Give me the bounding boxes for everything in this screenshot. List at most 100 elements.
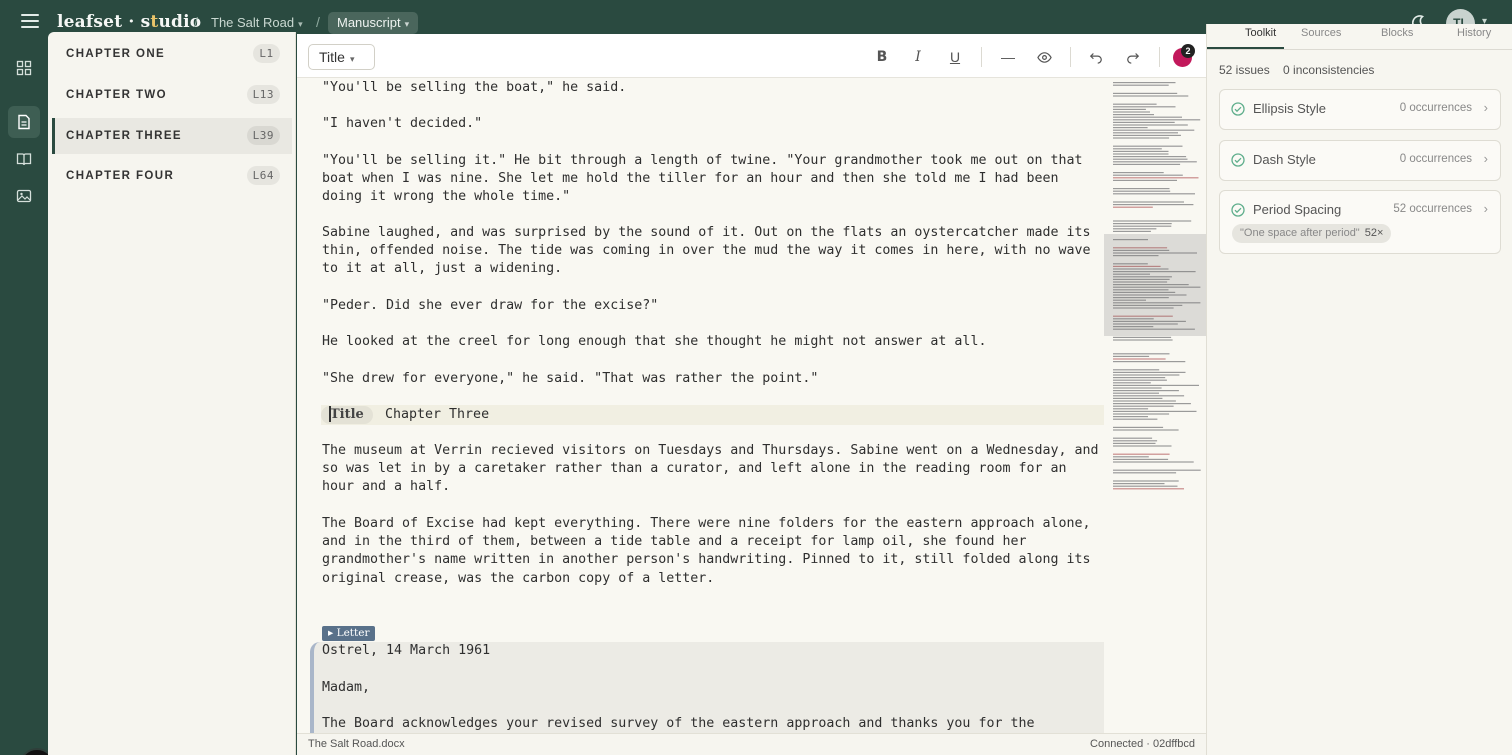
chapter-line-badge: L1 bbox=[253, 44, 280, 63]
check-ellipsis-style[interactable]: Ellipsis Style 0 occurrences › bbox=[1219, 89, 1501, 130]
tab-history[interactable]: History bbox=[1457, 27, 1491, 39]
editor-toolbar: Title ▾ B I U — 2 bbox=[297, 34, 1206, 78]
minimap-viewport[interactable] bbox=[1104, 234, 1206, 336]
brand-logo[interactable]: leafset · studio bbox=[57, 12, 201, 32]
toolbar-divider bbox=[981, 47, 982, 67]
minimap-line bbox=[1113, 153, 1169, 155]
toolkit-panel: Toolkit Sources Blocks History 52 issues… bbox=[1206, 24, 1512, 755]
chapter-item-one[interactable]: CHAPTER ONE L1 bbox=[52, 36, 292, 72]
bold-icon[interactable]: B bbox=[871, 46, 893, 68]
minimap-line bbox=[1113, 95, 1189, 97]
minimap-line bbox=[1113, 204, 1194, 206]
minimap-line bbox=[1113, 403, 1191, 405]
minimap-line bbox=[1113, 408, 1149, 410]
minimap-line bbox=[1113, 353, 1170, 355]
minimap-line bbox=[1113, 395, 1185, 397]
minimap-line bbox=[1113, 108, 1146, 110]
chevron-down-icon: ▾ bbox=[404, 19, 410, 29]
chapter-heading: Chapter Three bbox=[385, 407, 490, 422]
italic-icon[interactable]: I bbox=[907, 46, 929, 68]
minimap-line bbox=[1113, 114, 1154, 116]
issue-summary: 52 issues 0 inconsistencies bbox=[1219, 63, 1374, 77]
underline-icon[interactable]: U bbox=[944, 46, 966, 68]
minimap-line bbox=[1113, 416, 1148, 418]
minimap-line bbox=[1113, 336, 1172, 338]
minimap-line bbox=[1113, 127, 1148, 129]
minimap-line bbox=[1113, 156, 1187, 158]
rail-outline-button[interactable] bbox=[8, 52, 40, 84]
minimap-line bbox=[1113, 116, 1182, 118]
letter-block-tag[interactable]: ▸ Letter bbox=[322, 626, 376, 641]
rule-chip[interactable]: "One space after period" 52× bbox=[1232, 224, 1392, 243]
breadcrumb-view[interactable]: Manuscript ▾ bbox=[328, 12, 419, 34]
minimap-line bbox=[1113, 161, 1197, 163]
rule-chip-count: 52× bbox=[1364, 227, 1384, 239]
minimap-line bbox=[1113, 230, 1151, 232]
undo-icon[interactable] bbox=[1085, 46, 1107, 68]
text-cursor bbox=[329, 406, 331, 422]
minimap-line bbox=[1113, 134, 1181, 136]
minimap-line bbox=[1113, 92, 1178, 94]
minimap-line bbox=[1113, 124, 1188, 126]
minimap-line bbox=[1113, 361, 1186, 363]
preview-eye-icon[interactable] bbox=[1033, 46, 1055, 68]
minimap-line bbox=[1113, 150, 1169, 152]
status-bar: The Salt Road.docx Connected · 02dffbcd bbox=[297, 733, 1206, 755]
chapter-item-three[interactable]: CHAPTER THREE L39 bbox=[52, 118, 292, 154]
minimap-line bbox=[1113, 413, 1170, 415]
check-circle-icon bbox=[1231, 203, 1245, 217]
check-count: 0 occurrences bbox=[1399, 153, 1472, 165]
menu-icon[interactable] bbox=[21, 14, 39, 28]
collaborator-count-badge: 2 bbox=[1181, 44, 1195, 58]
book-open-icon bbox=[16, 153, 32, 166]
toolbar-divider bbox=[1070, 47, 1071, 67]
tab-toolkit[interactable]: Toolkit bbox=[1245, 27, 1276, 39]
check-name: Dash Style bbox=[1253, 152, 1316, 167]
minimap-line bbox=[1113, 179, 1177, 181]
minimap-line bbox=[1113, 174, 1183, 176]
check-dash-style[interactable]: Dash Style 0 occurrences › bbox=[1219, 140, 1501, 181]
rail-book-button[interactable] bbox=[8, 143, 40, 175]
block-style-select[interactable]: Title ▾ bbox=[308, 44, 375, 70]
panel-tabs: Toolkit Sources Blocks History bbox=[1207, 24, 1512, 50]
check-circle-icon bbox=[1231, 153, 1245, 167]
chapter-item-two[interactable]: CHAPTER TWO L13 bbox=[52, 77, 292, 113]
check-name: Ellipsis Style bbox=[1253, 101, 1326, 116]
editor: Title ▾ B I U — 2 "You'll be selling the … bbox=[297, 34, 1206, 755]
minimap-line bbox=[1113, 445, 1172, 447]
chapter-label: CHAPTER THREE bbox=[66, 130, 182, 142]
minimap-line bbox=[1113, 442, 1156, 444]
minimap-line bbox=[1113, 371, 1186, 373]
paragraph: "I haven't decided." bbox=[322, 116, 483, 131]
document-minimap[interactable] bbox=[1104, 78, 1206, 496]
breadcrumb-separator: / bbox=[316, 14, 320, 30]
minimap-line bbox=[1113, 426, 1164, 428]
document-body[interactable]: "You'll be selling the boat," he said. "… bbox=[297, 78, 1105, 733]
minimap-line bbox=[1113, 369, 1160, 371]
paragraph: "Peder. Did she ever draw for the excise… bbox=[322, 298, 659, 313]
check-period-spacing[interactable]: Period Spacing 52 occurrences › "One spa… bbox=[1219, 190, 1501, 254]
minimap-line bbox=[1113, 418, 1158, 420]
minimap-line bbox=[1113, 201, 1184, 203]
inconsistencies-count: 0 inconsistencies bbox=[1283, 63, 1375, 77]
minimap-line bbox=[1113, 397, 1163, 399]
minimap-line bbox=[1113, 392, 1159, 394]
title-block[interactable]: Title Chapter Three bbox=[321, 405, 1104, 425]
left-rail: N bbox=[0, 46, 55, 755]
redo-icon[interactable] bbox=[1122, 46, 1144, 68]
tab-blocks[interactable]: Blocks bbox=[1381, 27, 1413, 39]
minimap-line bbox=[1113, 172, 1164, 174]
tab-sources[interactable]: Sources bbox=[1301, 27, 1341, 39]
breadcrumb-project[interactable]: The Salt Road ▾ bbox=[211, 15, 303, 30]
chapter-label: CHAPTER FOUR bbox=[66, 170, 175, 182]
status-filename: The Salt Road.docx bbox=[308, 738, 405, 750]
letter-line: The Board acknowledges your revised surv… bbox=[322, 716, 1035, 731]
rail-manuscript-button[interactable] bbox=[8, 106, 40, 138]
chapter-item-four[interactable]: CHAPTER FOUR L64 bbox=[52, 158, 292, 194]
rail-images-button[interactable] bbox=[8, 180, 40, 212]
divider-icon[interactable]: — bbox=[997, 46, 1019, 68]
check-count: 52 occurrences bbox=[1393, 203, 1472, 215]
minimap-line bbox=[1113, 458, 1169, 460]
paragraph: "You'll be selling it." He bit through a… bbox=[322, 153, 1091, 205]
breadcrumb-separator: / bbox=[194, 14, 198, 30]
